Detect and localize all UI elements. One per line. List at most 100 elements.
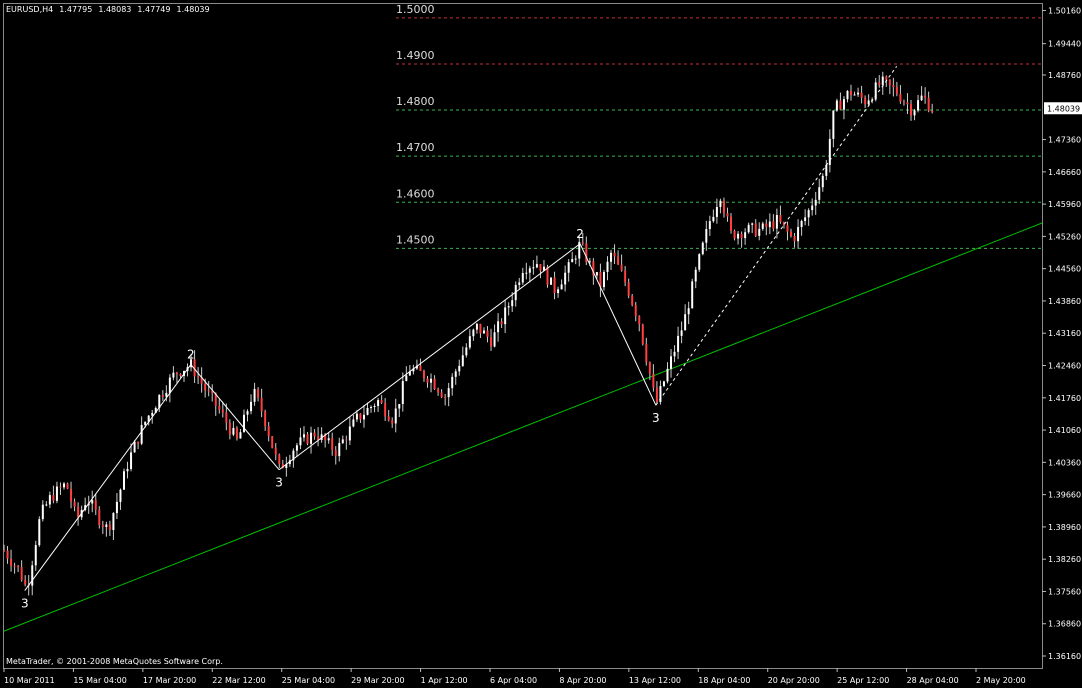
projection-line bbox=[655, 65, 898, 406]
candle-body bbox=[295, 445, 298, 451]
candle-body bbox=[850, 91, 853, 96]
candle-body bbox=[77, 506, 80, 518]
candle-body bbox=[468, 336, 471, 348]
candle-body bbox=[175, 372, 178, 374]
candle-body bbox=[401, 381, 404, 404]
candle-body bbox=[172, 372, 175, 378]
x-tick-label: 25 Mar 04:00 bbox=[282, 676, 335, 685]
wave-label: 3 bbox=[21, 597, 29, 611]
candle-body bbox=[924, 95, 927, 98]
candle-body bbox=[648, 362, 651, 374]
candle-body bbox=[73, 501, 76, 507]
candle-body bbox=[112, 513, 115, 531]
candle-body bbox=[684, 314, 687, 331]
price-chart[interactable]: 1.5000 1.4900 1.4800 1.4700 1.4600 1.4500 3 2 3 2… bbox=[0, 0, 1082, 688]
candle-body bbox=[338, 443, 341, 457]
candle-body bbox=[807, 210, 810, 218]
candle-body bbox=[197, 376, 200, 378]
candle-body bbox=[581, 242, 584, 244]
symbol-label: EURUSD,H4 bbox=[6, 5, 54, 14]
x-tick-label: 22 Mar 12:00 bbox=[212, 676, 265, 685]
x-tick-label: 18 Apr 04:00 bbox=[698, 676, 750, 685]
candle-body bbox=[253, 388, 256, 402]
candle-body bbox=[55, 486, 58, 501]
candle-body bbox=[895, 87, 898, 94]
candle-body bbox=[818, 187, 821, 200]
candle-body bbox=[380, 400, 383, 404]
candle-body bbox=[479, 323, 482, 334]
candle-body bbox=[641, 324, 644, 344]
candle-body bbox=[45, 504, 48, 506]
candle-body bbox=[747, 224, 750, 233]
candle-body bbox=[775, 215, 778, 229]
candle-body bbox=[571, 259, 574, 263]
candle-body bbox=[398, 403, 401, 409]
candle-body bbox=[708, 221, 711, 230]
candle-body bbox=[535, 264, 538, 268]
y-tick-label: 1.45960 bbox=[1048, 200, 1081, 209]
level-label: 1.5000 bbox=[396, 3, 435, 16]
y-tick-label: 1.47360 bbox=[1048, 136, 1081, 145]
candle-body bbox=[70, 488, 73, 502]
candle-body bbox=[6, 550, 9, 559]
y-tick-label: 1.46660 bbox=[1048, 168, 1081, 177]
chart-window[interactable]: 1.5000 1.4900 1.4800 1.4700 1.4600 1.4500 3 2 3 2… bbox=[0, 0, 1082, 688]
x-tick-label: 8 Apr 20:00 bbox=[559, 676, 606, 685]
candle-body bbox=[892, 85, 895, 88]
candle-body bbox=[797, 227, 800, 242]
low-value: 1.47749 bbox=[137, 5, 171, 14]
candle-body bbox=[617, 256, 620, 265]
candle-body bbox=[825, 164, 828, 176]
candle-body bbox=[41, 504, 44, 520]
close-value: 1.48039 bbox=[176, 5, 210, 14]
candle-body bbox=[719, 200, 722, 207]
candle-body bbox=[878, 82, 881, 85]
candle-body bbox=[454, 371, 457, 377]
candle-body bbox=[931, 110, 934, 113]
candle-body bbox=[564, 272, 567, 285]
candle-body bbox=[497, 321, 500, 333]
candle-body bbox=[444, 397, 447, 399]
y-tick-label: 1.41760 bbox=[1048, 394, 1081, 403]
candle-body bbox=[250, 401, 253, 412]
candle-body bbox=[624, 270, 627, 283]
candle-body bbox=[384, 403, 387, 417]
y-tick-label: 1.40360 bbox=[1048, 458, 1081, 467]
candle-body bbox=[366, 408, 369, 415]
candle-body bbox=[130, 452, 133, 469]
candle-body bbox=[546, 266, 549, 285]
y-tick-label: 1.43860 bbox=[1048, 297, 1081, 306]
candle-body bbox=[267, 426, 270, 437]
candle-body bbox=[348, 426, 351, 441]
candle-body bbox=[832, 110, 835, 139]
candle-body bbox=[98, 509, 101, 525]
candle-body bbox=[613, 252, 616, 257]
candle-body bbox=[377, 400, 380, 406]
candle-body bbox=[105, 524, 108, 527]
y-tick-label: 1.38260 bbox=[1048, 555, 1081, 564]
candle-body bbox=[387, 416, 390, 421]
candle-body bbox=[920, 95, 923, 101]
candle-body bbox=[126, 468, 129, 472]
candle-body bbox=[13, 565, 16, 567]
y-tick-label: 1.38960 bbox=[1048, 523, 1081, 532]
candle-body bbox=[853, 94, 856, 96]
candle-body bbox=[507, 306, 510, 308]
candle-body bbox=[101, 524, 104, 527]
candle-body bbox=[740, 233, 743, 239]
candle-body bbox=[737, 233, 740, 239]
candle-body bbox=[553, 277, 556, 294]
candle-body bbox=[207, 390, 210, 392]
candle-body bbox=[804, 217, 807, 222]
candle-body bbox=[242, 414, 245, 433]
candle-body bbox=[225, 412, 228, 423]
candle-body bbox=[306, 434, 309, 444]
candle-body bbox=[310, 432, 313, 444]
candle-body bbox=[204, 383, 207, 391]
candle-body bbox=[539, 264, 542, 271]
candle-body bbox=[218, 405, 221, 410]
candle-body bbox=[821, 175, 824, 188]
level-label: 1.4700 bbox=[396, 141, 435, 154]
candle-body bbox=[680, 330, 683, 336]
candle-body bbox=[754, 223, 757, 236]
